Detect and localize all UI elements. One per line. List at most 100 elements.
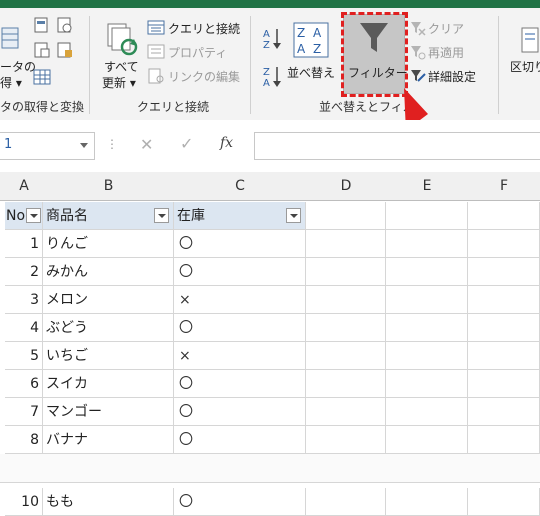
- empty-cell[interactable]: [306, 230, 386, 258]
- cell-name[interactable]: スイカ: [43, 370, 174, 398]
- cell-name[interactable]: いちご: [43, 342, 174, 370]
- empty-cell[interactable]: [468, 314, 540, 342]
- empty-cell[interactable]: [468, 488, 540, 516]
- chevron-down-icon[interactable]: [80, 143, 88, 148]
- text-to-columns-button[interactable]: 区切り: [510, 58, 540, 75]
- cell-stock[interactable]: 〇: [174, 230, 306, 258]
- empty-cell[interactable]: [386, 258, 468, 286]
- cell-no[interactable]: 10: [5, 488, 43, 516]
- empty-cell[interactable]: [386, 286, 468, 314]
- empty-cell[interactable]: [386, 342, 468, 370]
- empty-cell[interactable]: [306, 314, 386, 342]
- cell-stock[interactable]: 〇: [174, 426, 306, 454]
- reapply-button[interactable]: 再適用: [428, 44, 464, 61]
- cell-no[interactable]: 4: [5, 314, 43, 342]
- queries-connections-button[interactable]: クエリと接続: [168, 20, 240, 37]
- cell-stock[interactable]: 〇: [174, 370, 306, 398]
- empty-cell[interactable]: [386, 202, 468, 230]
- recent-sources-icon[interactable]: [56, 41, 74, 59]
- empty-cell[interactable]: [468, 230, 540, 258]
- sort-descending-icon[interactable]: ZA: [262, 64, 282, 89]
- cell-no[interactable]: 2: [5, 258, 43, 286]
- from-web-icon[interactable]: [56, 16, 74, 34]
- column-header-e[interactable]: E: [386, 172, 469, 201]
- empty-cell[interactable]: [306, 202, 386, 230]
- empty-cell[interactable]: [386, 314, 468, 342]
- cell-name[interactable]: みかん: [43, 258, 174, 286]
- filter-dropdown-icon[interactable]: [26, 208, 41, 223]
- empty-cell[interactable]: [306, 426, 386, 454]
- empty-cell[interactable]: [468, 370, 540, 398]
- header-label-stock: 在庫: [177, 208, 205, 224]
- get-data-button-line1[interactable]: ータの: [0, 58, 36, 75]
- cell-name[interactable]: もも: [43, 488, 174, 516]
- cell-no[interactable]: 5: [5, 342, 43, 370]
- enter-check-icon[interactable]: ✓: [180, 134, 193, 153]
- insert-function-icon[interactable]: fx: [220, 135, 233, 151]
- sort-dialog-icon[interactable]: ZAAZ: [293, 22, 329, 58]
- from-table-icon[interactable]: [33, 41, 51, 59]
- cell-no[interactable]: 3: [5, 286, 43, 314]
- column-header-f[interactable]: F: [468, 172, 540, 201]
- get-data-icon[interactable]: [0, 24, 22, 52]
- cell-no[interactable]: 7: [5, 398, 43, 426]
- empty-cell[interactable]: [386, 426, 468, 454]
- cell-name[interactable]: りんご: [43, 230, 174, 258]
- empty-cell[interactable]: [386, 398, 468, 426]
- empty-cell[interactable]: [468, 258, 540, 286]
- refresh-all-button-line1[interactable]: すべて: [104, 58, 139, 75]
- cell-name[interactable]: メロン: [43, 286, 174, 314]
- column-header-b[interactable]: B: [43, 172, 175, 201]
- column-header-a[interactable]: A: [5, 172, 44, 201]
- cell-stock[interactable]: ×: [174, 286, 306, 314]
- empty-cell[interactable]: [386, 230, 468, 258]
- edit-links-button[interactable]: リンクの編集: [168, 68, 240, 85]
- empty-cell[interactable]: [386, 488, 468, 516]
- empty-cell[interactable]: [306, 488, 386, 516]
- column-header-c[interactable]: C: [174, 172, 307, 201]
- cell-no[interactable]: 8: [5, 426, 43, 454]
- cell-stock[interactable]: ×: [174, 342, 306, 370]
- cell-name[interactable]: バナナ: [43, 426, 174, 454]
- empty-cell[interactable]: [386, 370, 468, 398]
- refresh-all-icon[interactable]: [106, 22, 138, 56]
- filter-dropdown-icon[interactable]: [154, 208, 169, 223]
- empty-cell[interactable]: [306, 398, 386, 426]
- cell-stock[interactable]: 〇: [174, 314, 306, 342]
- empty-cell[interactable]: [468, 426, 540, 454]
- get-data-button-line2[interactable]: 得 ▾: [0, 74, 22, 91]
- empty-cell[interactable]: [306, 258, 386, 286]
- sort-button[interactable]: 並べ替え: [287, 64, 335, 81]
- empty-cell[interactable]: [468, 342, 540, 370]
- filter-dropdown-icon[interactable]: [286, 208, 301, 223]
- sort-ascending-icon[interactable]: AZ: [262, 26, 282, 51]
- text-to-columns-icon[interactable]: [520, 26, 540, 54]
- clear-button[interactable]: クリア: [428, 20, 464, 37]
- existing-connections-icon[interactable]: [33, 68, 51, 86]
- empty-cell[interactable]: [306, 370, 386, 398]
- svg-text:Z: Z: [313, 42, 321, 56]
- cell-stock[interactable]: 〇: [174, 398, 306, 426]
- refresh-all-button-line2[interactable]: 更新 ▾: [102, 74, 136, 91]
- cell-no[interactable]: 1: [5, 230, 43, 258]
- properties-button[interactable]: プロパティ: [168, 44, 227, 61]
- cancel-x-icon[interactable]: ✕: [140, 135, 153, 154]
- advanced-button[interactable]: 詳細設定: [428, 68, 476, 85]
- cell-stock[interactable]: 〇: [174, 488, 306, 516]
- formula-input[interactable]: [254, 132, 540, 160]
- header-cell-name[interactable]: 商品名: [43, 202, 174, 230]
- cell-name[interactable]: マンゴー: [43, 398, 174, 426]
- empty-cell[interactable]: [468, 398, 540, 426]
- cell-name[interactable]: ぶどう: [43, 314, 174, 342]
- cell-no[interactable]: 6: [5, 370, 43, 398]
- empty-cell[interactable]: [468, 202, 540, 230]
- empty-cell[interactable]: [306, 342, 386, 370]
- cell-stock[interactable]: 〇: [174, 258, 306, 286]
- empty-cell[interactable]: [468, 286, 540, 314]
- header-cell-stock[interactable]: 在庫: [174, 202, 306, 230]
- from-text-icon[interactable]: [33, 16, 51, 34]
- header-cell-no[interactable]: No: [5, 202, 43, 230]
- empty-cell[interactable]: [306, 286, 386, 314]
- name-box[interactable]: 1: [0, 132, 95, 160]
- column-header-d[interactable]: D: [306, 172, 387, 201]
